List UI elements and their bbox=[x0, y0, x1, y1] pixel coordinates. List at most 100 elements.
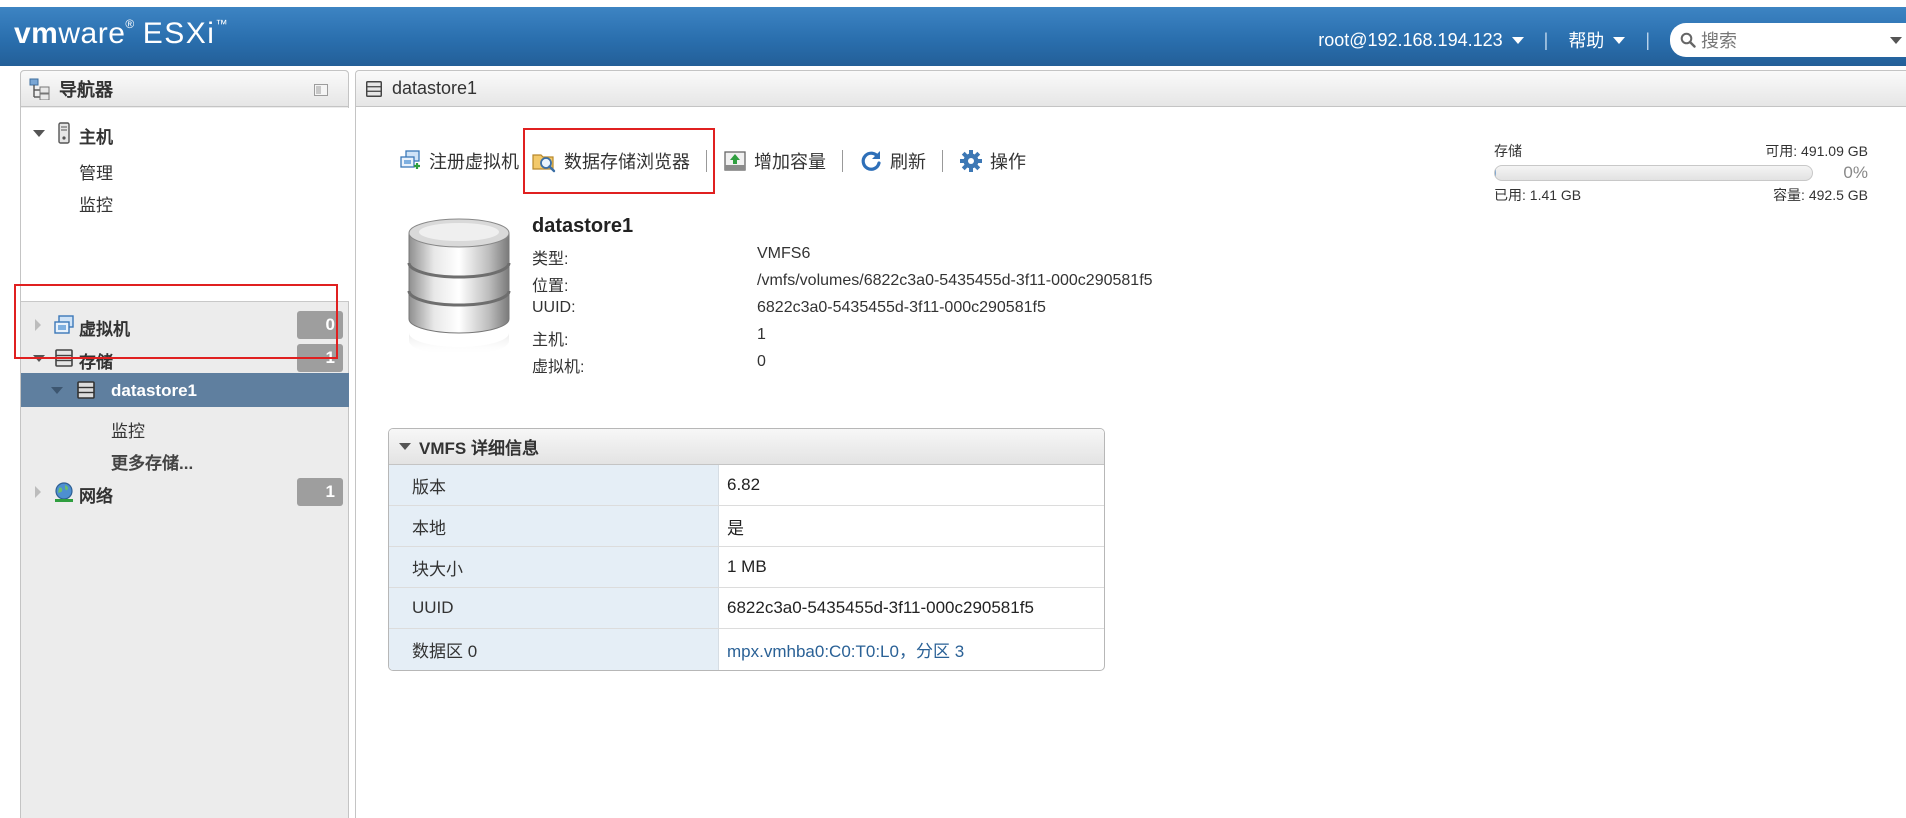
prop-value: 1 bbox=[757, 326, 766, 343]
divider bbox=[21, 301, 349, 302]
separator: | bbox=[1543, 29, 1549, 50]
datastore-icon bbox=[77, 381, 95, 399]
expand-down-icon[interactable] bbox=[33, 355, 45, 362]
nav-datastore-monitor-label: 监控 bbox=[111, 422, 145, 441]
prop-value: 6822c3a0-5435455d-3f11-000c290581f5 bbox=[757, 299, 1046, 316]
prop-value: VMFS6 bbox=[757, 245, 811, 262]
separator: | bbox=[1645, 29, 1650, 50]
help-menu-label: 帮助 bbox=[1568, 31, 1605, 51]
prop-key: UUID: bbox=[532, 299, 576, 316]
storage-icon bbox=[55, 349, 73, 367]
nav-item-network[interactable]: 网络 1 bbox=[21, 474, 349, 510]
vmfs-key: 版本 bbox=[389, 465, 719, 505]
gear-icon bbox=[960, 150, 982, 172]
esxi-host-client: vmware® ESXi™ root@192.168.194.123 | 帮助 |… bbox=[0, 0, 1906, 818]
nav-host-monitor-label: 监控 bbox=[79, 196, 113, 215]
main-header: datastore1 bbox=[356, 71, 1906, 107]
toolbar-separator bbox=[706, 150, 707, 172]
toolbar-separator bbox=[942, 150, 943, 172]
navigator-header: 导航器 bbox=[21, 71, 348, 107]
prop-key: 类型: bbox=[532, 251, 569, 268]
actions-button[interactable]: 操作 bbox=[953, 148, 1032, 174]
network-count-badge: 1 bbox=[297, 478, 343, 506]
vmfs-value: 是 bbox=[727, 518, 744, 538]
virtual-machine-icon bbox=[54, 315, 74, 334]
register-vm-button[interactable]: 注册虚拟机 bbox=[392, 148, 525, 174]
storage-summary-bottom: 已用: 1.41 GB 容量: 492.5 GB bbox=[1494, 185, 1868, 205]
collapse-down-icon[interactable] bbox=[399, 443, 411, 450]
table-row: 数据区 0 mpx.vmhba0:C0:T0:L0，分区 3 bbox=[389, 629, 1104, 670]
navigator-title: 导航器 bbox=[59, 79, 113, 100]
prop-value: 0 bbox=[757, 353, 766, 370]
nav-item-more-storage[interactable]: 更多存储... bbox=[21, 441, 349, 477]
user-menu[interactable]: root@192.168.194.123 bbox=[1318, 29, 1524, 51]
main-panel: datastore1 注册虚拟机 数据存储浏览器 增加容量 刷新 操作 存储 可… bbox=[355, 70, 1906, 818]
search-input[interactable]: 搜索 bbox=[1670, 23, 1906, 57]
nav-item-vms[interactable]: 虚拟机 0 bbox=[21, 307, 349, 343]
expand-right-icon[interactable] bbox=[35, 319, 41, 331]
table-row: 版本 6.82 bbox=[389, 465, 1104, 506]
vmfs-value: 1 MB bbox=[727, 557, 767, 576]
refresh-icon bbox=[861, 151, 881, 171]
register-vm-icon bbox=[400, 150, 420, 169]
network-globe-icon bbox=[55, 482, 73, 502]
search-icon bbox=[1680, 32, 1696, 48]
chevron-down-icon[interactable] bbox=[1890, 37, 1902, 44]
storage-usage-track bbox=[1494, 165, 1813, 181]
table-row: UUID 6822c3a0-5435455d-3f11-000c290581f5 bbox=[389, 588, 1104, 629]
toolbar: 注册虚拟机 数据存储浏览器 增加容量 刷新 操作 bbox=[392, 141, 1032, 181]
datastore-browser-label: 数据存储浏览器 bbox=[564, 152, 690, 172]
nav-host-label: 主机 bbox=[79, 128, 113, 147]
datastore-large-icon bbox=[407, 218, 511, 355]
nav-item-datastore-monitor[interactable]: 监控 bbox=[21, 409, 349, 445]
nav-datastore1-label: datastore1 bbox=[111, 381, 197, 400]
datastore-name: datastore1 bbox=[532, 215, 634, 237]
register-vm-label: 注册虚拟机 bbox=[429, 152, 519, 172]
vmfs-details-header[interactable]: VMFS 详细信息 bbox=[389, 429, 1104, 465]
expand-right-icon[interactable] bbox=[35, 486, 41, 498]
nav-more-storage-label: 更多存储... bbox=[111, 454, 194, 473]
nav-item-host-monitor[interactable]: 监控 bbox=[21, 183, 349, 219]
prop-value: /vmfs/volumes/6822c3a0-5435455d-3f11-000… bbox=[757, 272, 1153, 289]
datastore-browser-button[interactable]: 数据存储浏览器 bbox=[525, 148, 696, 174]
nav-item-datastore1[interactable]: datastore1 bbox=[21, 373, 349, 407]
host-icon bbox=[58, 122, 70, 144]
increase-capacity-label: 增加容量 bbox=[754, 152, 826, 172]
refresh-label: 刷新 bbox=[890, 152, 926, 172]
expand-down-icon[interactable] bbox=[33, 130, 45, 137]
storage-free: 可用: 491.09 GB bbox=[1765, 143, 1868, 159]
nav-item-storage[interactable]: 存储 1 bbox=[21, 340, 349, 376]
storage-usage-summary: 存储 可用: 491.09 GB 0% 已用: 1.41 GB 容量: 492.… bbox=[1494, 141, 1868, 205]
top-bar: vmware® ESXi™ root@192.168.194.123 | 帮助 |… bbox=[0, 0, 1906, 66]
datastore-icon bbox=[366, 80, 382, 97]
expand-down-icon[interactable] bbox=[51, 387, 63, 394]
page-title: datastore1 bbox=[392, 78, 478, 98]
vms-count-badge: 0 bbox=[297, 311, 343, 339]
storage-capacity: 容量: 492.5 GB bbox=[1773, 187, 1868, 203]
user-menu-label: root@192.168.194.123 bbox=[1318, 29, 1503, 50]
vmfs-key: 数据区 0 bbox=[389, 629, 719, 670]
chevron-down-icon bbox=[1613, 36, 1626, 44]
storage-count-badge: 1 bbox=[297, 344, 343, 372]
datastore-browser-icon bbox=[532, 154, 556, 173]
increase-capacity-button[interactable]: 增加容量 bbox=[717, 148, 832, 174]
refresh-button[interactable]: 刷新 bbox=[853, 148, 932, 174]
collapse-panel-icon[interactable] bbox=[314, 84, 328, 96]
help-menu[interactable]: 帮助 bbox=[1568, 27, 1626, 53]
storage-label: 存储 bbox=[1494, 143, 1522, 159]
toolbar-separator bbox=[842, 150, 843, 172]
nav-item-host-manage[interactable]: 管理 bbox=[21, 151, 349, 187]
vmfs-key: UUID bbox=[389, 588, 719, 628]
vmfs-key: 本地 bbox=[389, 506, 719, 546]
nav-storage-label: 存储 bbox=[79, 353, 113, 372]
vmfs-details-title: VMFS 详细信息 bbox=[419, 439, 539, 458]
nav-item-host[interactable]: 主机 bbox=[21, 115, 349, 151]
chevron-down-icon bbox=[1511, 36, 1524, 44]
nav-network-label: 网络 bbox=[79, 487, 113, 506]
storage-summary-top: 存储 可用: 491.09 GB bbox=[1494, 141, 1868, 161]
extent-link[interactable]: mpx.vmhba0:C0:T0:L0，分区 3 bbox=[719, 629, 1104, 670]
storage-percent: 0% bbox=[1843, 163, 1868, 182]
vmfs-key: 块大小 bbox=[389, 547, 719, 587]
navigator-tree-icon bbox=[29, 78, 50, 100]
vmfs-details-card: VMFS 详细信息 版本 6.82 本地 是 块大小 1 MB UUID 682… bbox=[388, 428, 1105, 671]
